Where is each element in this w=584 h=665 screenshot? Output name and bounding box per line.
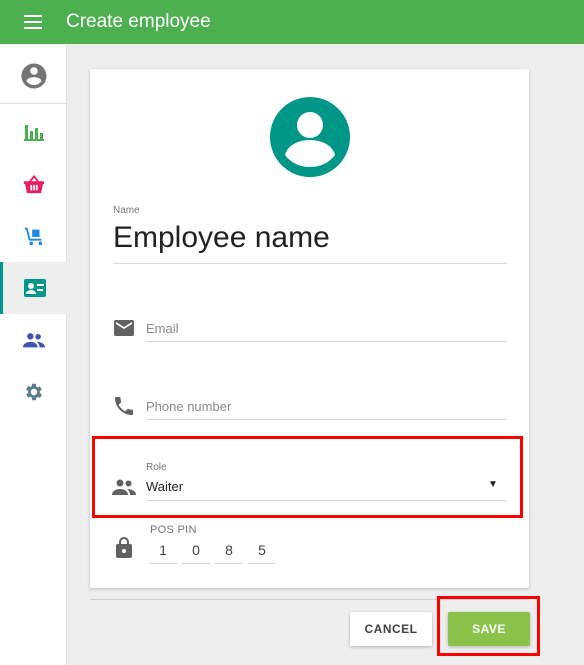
people-icon [112,479,136,495]
dolly-icon [24,227,42,246]
email-underline [146,341,507,342]
employee-name-field[interactable]: Employee name [113,221,330,255]
email-icon [114,320,134,336]
account-circle-icon [21,63,46,88]
basket-icon [23,174,44,194]
pin-digit-4[interactable]: 5 [248,542,276,564]
lock-icon [116,537,132,558]
divider [90,599,529,600]
hamburger-menu-icon[interactable] [0,0,66,44]
role-value: Waiter [146,479,184,494]
save-button[interactable]: SAVE [448,612,530,646]
sidebar-item-inventory[interactable] [0,210,67,262]
pin-digit-2[interactable]: 0 [182,542,210,564]
role-underline [146,500,507,501]
page-title: Create employee [66,11,211,32]
sidebar-item-sales[interactable] [0,158,67,210]
role-select[interactable] [146,459,507,501]
cancel-button[interactable]: CANCEL [350,612,432,646]
pos-pin-label: POS PIN [150,524,197,536]
sidebar-item-reports[interactable] [0,106,67,158]
people-icon [22,333,45,348]
name-underline [113,263,507,264]
phone-icon [115,397,133,415]
sidebar-item-account[interactable] [0,48,67,104]
email-field[interactable]: Email [146,321,179,336]
gear-icon [25,383,42,401]
employee-avatar-icon[interactable] [270,97,350,177]
badge-icon [24,279,46,297]
bar-chart-icon [23,125,44,141]
sidebar-item-customers[interactable] [0,314,67,366]
sidebar-item-settings[interactable] [0,366,67,418]
employee-form-card: Name Employee name Email Phone number Ro… [90,69,529,588]
sidebar [0,44,67,665]
pin-digit-1[interactable]: 1 [149,542,177,564]
name-label: Name [113,205,140,216]
app-bar: Create employee [0,0,584,44]
chevron-down-icon: ▼ [488,479,498,490]
sidebar-item-employees[interactable] [0,262,67,314]
phone-number-field[interactable]: Phone number [146,399,231,414]
pin-digit-3[interactable]: 8 [215,542,243,564]
phone-underline [146,419,507,420]
